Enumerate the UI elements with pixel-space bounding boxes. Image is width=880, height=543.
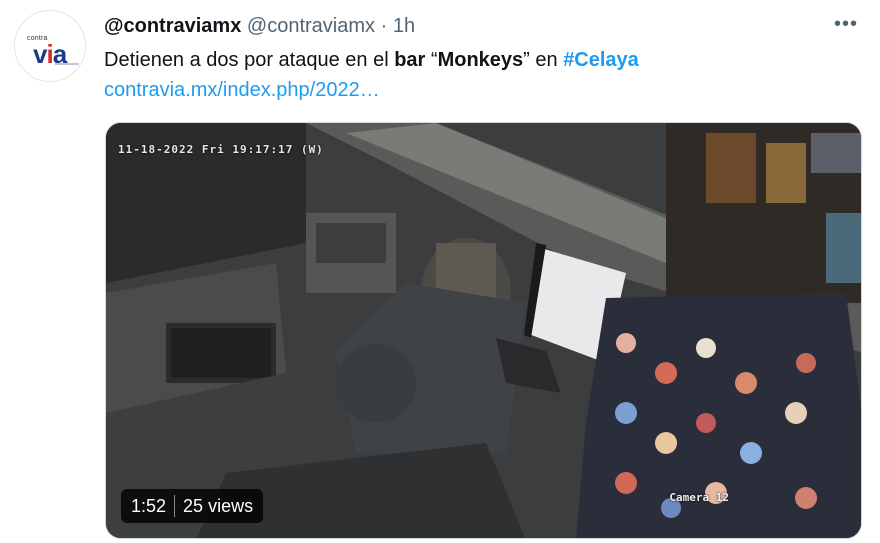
tweet-text-bold: bar — [394, 49, 426, 71]
video-views: 25 views — [183, 495, 254, 516]
display-name[interactable]: @contraviamx — [104, 15, 241, 37]
logo-letter-v: v — [33, 39, 48, 69]
tweet-text: Detienen a dos por ataque en el bar “Mon… — [104, 46, 639, 74]
camera-label: Camera 12 — [669, 491, 729, 504]
tweet-text-bold: Monkeys — [437, 49, 524, 71]
avatar-logo: via — [33, 39, 67, 70]
avatar[interactable]: contra via — [14, 10, 86, 82]
tweet-text-part: ” en — [523, 49, 564, 71]
cctv-timestamp-overlay: 11-18-2022 Fri 19:17:17 (W) — [118, 143, 324, 156]
tweet-header: @contraviamx @contraviamx · 1h — [104, 14, 415, 38]
video-meta-badge: 1:52 25 views — [121, 489, 264, 523]
tweet-text-part: Detienen a dos por ataque en el — [104, 49, 395, 71]
video-duration: 1:52 — [131, 495, 167, 516]
header-separator: · — [380, 15, 388, 37]
hashtag-link[interactable]: #Celaya — [563, 49, 639, 71]
more-horizontal-icon[interactable]: ••• — [834, 14, 858, 34]
video-player[interactable]: 11-18-2022 Fri 19:17:17 (W) Camera 12 1:… — [105, 122, 862, 539]
logo-underline — [55, 63, 79, 65]
meta-divider — [174, 495, 176, 517]
tweet-timestamp[interactable]: 1h — [393, 15, 415, 37]
external-link[interactable]: contravia.mx/index.php/2022… — [104, 78, 380, 102]
user-handle[interactable]: @contraviamx — [247, 15, 375, 37]
tweet-text-part: “ — [425, 49, 438, 71]
video-frame — [106, 123, 861, 538]
